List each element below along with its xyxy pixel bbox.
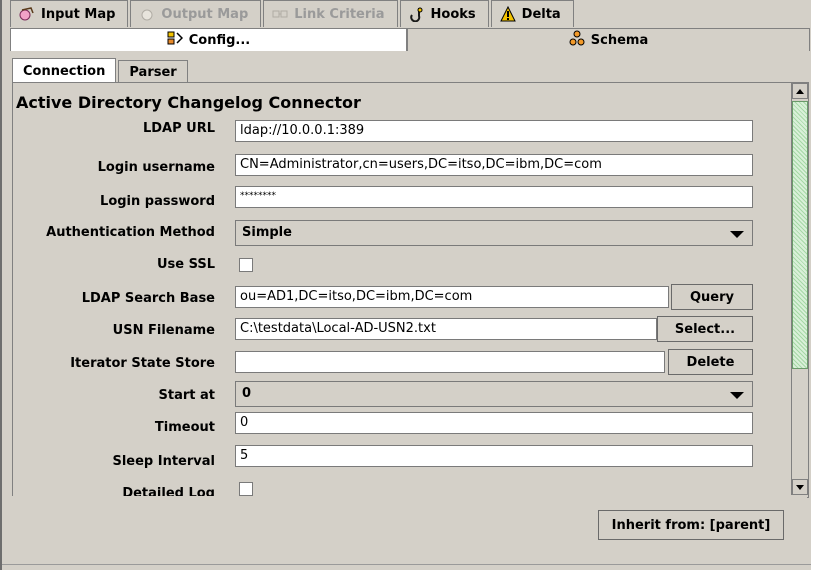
tab-hooks[interactable]: Hooks [399,0,489,27]
delete-button[interactable]: Delete [668,349,753,375]
ldap-search-base-label: LDAP Search Base [81,291,215,306]
ldap-search-base-field[interactable]: ou=AD1,DC=itso,DC=ibm,DC=com [235,286,669,308]
link-criteria-icon [272,6,288,22]
tab-input-map[interactable]: Input Map [10,0,129,27]
usn-filename-field[interactable]: C:\testdata\Local-AD-USN2.txt [235,318,657,340]
select-button[interactable]: Select... [657,316,753,342]
tab-link-criteria-label: Link Criteria [294,6,385,22]
tab-link-criteria[interactable]: Link Criteria [263,0,398,27]
login-username-label: Login username [97,160,215,175]
tab-delta[interactable]: Delta [490,0,574,27]
bottom-bar: Inherit from: [parent] [12,496,807,570]
use-ssl-label: Use SSL [156,257,215,272]
sleep-interval-label: Sleep Interval [112,454,215,469]
bottom-divider [2,564,811,565]
connection-panel: Active Directory Changelog Connector LDA… [12,82,809,498]
tab-output-map[interactable]: Output Map [130,0,262,27]
vertical-scrollbar[interactable] [791,83,808,495]
start-at-label: Start at [158,388,216,403]
connection-parser-tabs: Connection Parser [12,58,190,83]
tab-input-map-label: Input Map [41,6,116,22]
chevron-down-icon [730,392,744,399]
authentication-method-label: Authentication Method [46,225,215,240]
login-username-field[interactable]: CN=Administrator,cn=users,DC=itso,DC=ibm… [235,154,753,176]
tab-output-map-label: Output Map [161,6,249,22]
inherit-from-parent-button[interactable]: Inherit from: [parent] [598,510,784,540]
ldap-url-label: LDAP URL [142,121,215,136]
authentication-method-select[interactable]: Simple [235,220,753,246]
tab-schema[interactable]: Schema [407,28,810,51]
top-tab-strip: Input Map Output Map Link Criteria Hooks… [10,0,576,28]
schema-icon [569,30,585,50]
config-schema-tabs: Config... Schema [10,28,810,51]
arrow-down-icon [796,485,804,490]
delta-warning-icon [499,5,516,22]
arrow-up-icon [796,89,804,94]
tab-config-label: Config... [188,32,251,48]
scroll-down-button[interactable] [792,479,808,495]
tab-config[interactable]: Config... [10,28,407,51]
panel-title: Active Directory Changelog Connector [16,93,361,112]
iterator-state-store-field[interactable] [235,351,665,373]
query-button[interactable]: Query [671,284,753,310]
login-password-label: Login password [100,194,215,209]
start-at-value: 0 [242,386,252,401]
use-ssl-checkbox[interactable] [239,258,253,272]
login-password-field[interactable]: ******** [235,186,753,208]
tab-schema-label: Schema [590,32,649,48]
authentication-method-value: Simple [242,225,292,240]
timeout-label: Timeout [154,420,215,435]
sleep-interval-field[interactable]: 5 [235,445,753,467]
iterator-state-store-label: Iterator State Store [70,356,215,371]
usn-filename-label: USN Filename [112,323,215,338]
input-map-icon [19,6,35,22]
timeout-field[interactable]: 0 [235,412,753,434]
connector-config-window: Input Map Output Map Link Criteria Hooks… [0,0,811,570]
tab-delta-label: Delta [521,6,561,22]
scrollbar-thumb[interactable] [792,101,808,369]
start-at-select[interactable]: 0 [235,381,753,407]
config-icon [167,30,183,50]
tab-hooks-label: Hooks [430,6,476,22]
tab-connection[interactable]: Connection [12,58,117,83]
tab-parser[interactable]: Parser [118,60,188,83]
ldap-url-field[interactable]: ldap://10.0.0.1:389 [235,120,753,142]
hooks-icon [409,6,425,23]
detailed-log-checkbox[interactable] [239,482,253,496]
chevron-down-icon [730,231,744,238]
output-map-icon [139,6,155,22]
scroll-up-button[interactable] [792,83,808,99]
